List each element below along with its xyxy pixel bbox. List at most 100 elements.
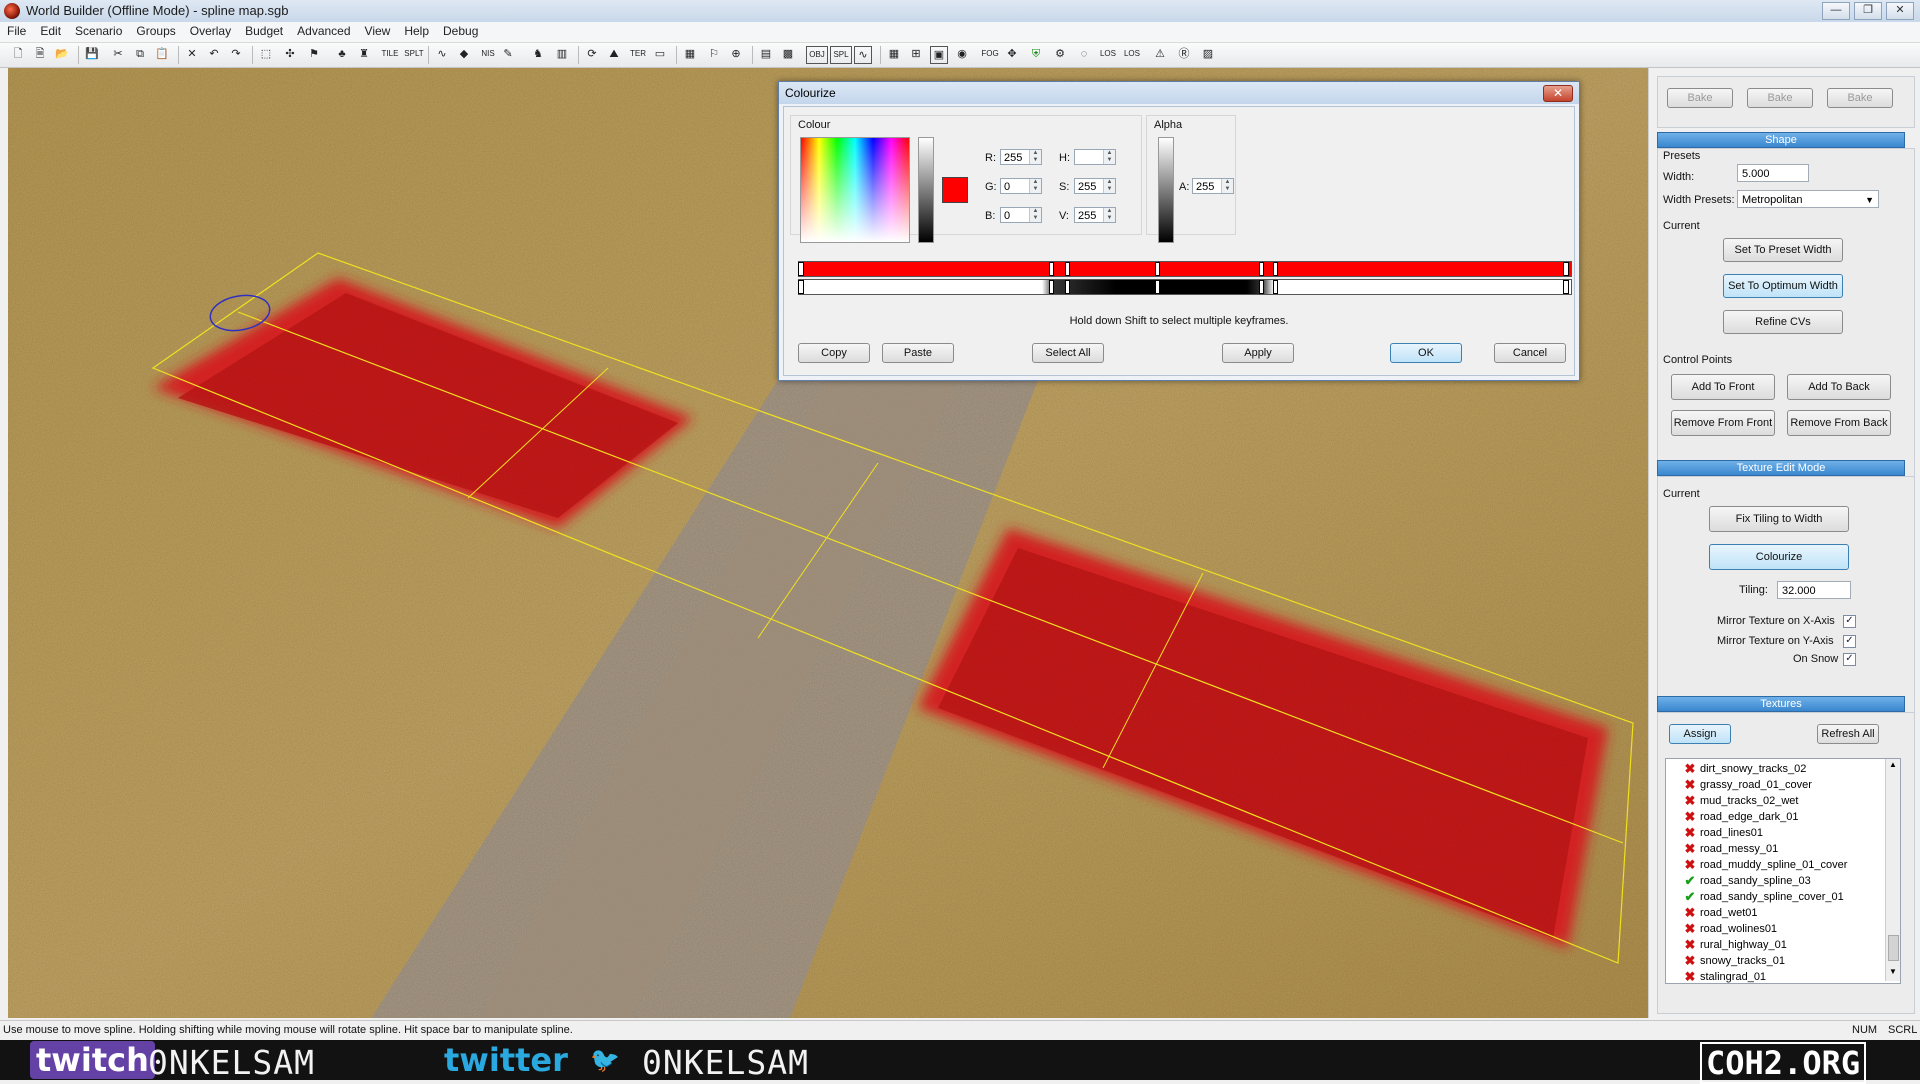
texture-list-item[interactable]: ✖ rural_highway_01 xyxy=(1685,937,1787,953)
cut-icon[interactable]: ✂ xyxy=(110,46,126,62)
menu-file[interactable]: File xyxy=(0,22,33,40)
save-icon[interactable]: 💾 xyxy=(84,46,100,62)
colour-spectrum-picker[interactable] xyxy=(800,137,910,243)
paste-icon[interactable]: 📋 xyxy=(154,46,170,62)
texture-list-item[interactable]: ✖ grassy_road_01_cover xyxy=(1685,777,1812,793)
split-button[interactable]: SPLT xyxy=(402,46,426,62)
fog-button[interactable]: FOG xyxy=(980,46,1000,62)
r-input[interactable]: 255 ▲ ▼ xyxy=(1000,149,1042,165)
spline-tool-icon[interactable]: ∿ xyxy=(434,46,450,62)
window-icon[interactable]: ▭ xyxy=(652,46,668,62)
texture-list-item[interactable]: ✔ road_sandy_spline_cover_01 xyxy=(1685,889,1844,905)
refine-cvs-button[interactable]: Refine CVs xyxy=(1723,310,1843,334)
waypoint-icon[interactable]: ⚐ xyxy=(706,46,722,62)
keyframe-marker[interactable] xyxy=(798,262,804,276)
texture-list-item[interactable]: ✖ road_wolines01 xyxy=(1685,921,1778,937)
undo-icon[interactable]: ↶ xyxy=(206,46,222,62)
set-optimum-width-button[interactable]: Set To Optimum Width xyxy=(1723,274,1843,298)
los-button-2[interactable]: LOS xyxy=(1122,46,1142,62)
camera-icon[interactable]: ◉ xyxy=(954,46,970,62)
keyframe-marker[interactable] xyxy=(1155,262,1160,276)
memory-icon[interactable]: ▤ xyxy=(758,46,774,62)
a-input[interactable]: 255 ▲ ▼ xyxy=(1192,178,1234,194)
keyframe-marker[interactable] xyxy=(1155,280,1160,294)
keyframe-marker[interactable] xyxy=(1049,280,1054,294)
texture-list-item[interactable]: ✖ road_muddy_spline_01_cover xyxy=(1685,857,1848,873)
texture-list-item[interactable]: ✖ road_wet01 xyxy=(1685,905,1758,921)
menu-scenario[interactable]: Scenario xyxy=(68,22,129,40)
apply-button[interactable]: Apply xyxy=(1222,343,1294,363)
new-file-icon[interactable]: 🗎 xyxy=(32,46,48,62)
add-to-back-button[interactable]: Add To Back xyxy=(1787,374,1891,400)
texture-list-item[interactable]: ✖ road_lines01 xyxy=(1685,825,1763,841)
menu-advanced[interactable]: Advanced xyxy=(290,22,357,40)
g-input[interactable]: 0 ▲ ▼ xyxy=(1000,178,1042,194)
open-folder-icon[interactable]: 📂 xyxy=(54,46,70,62)
menu-help[interactable]: Help xyxy=(397,22,436,40)
v-input[interactable]: 255 ▲ ▼ xyxy=(1074,207,1116,223)
ok-button[interactable]: OK xyxy=(1390,343,1462,363)
tile-button[interactable]: TILE xyxy=(378,46,402,62)
move-icon[interactable]: ✥ xyxy=(1004,46,1020,62)
s-input[interactable]: 255 ▲ ▼ xyxy=(1074,178,1116,194)
los-button[interactable]: LOS xyxy=(1098,46,1118,62)
bake-button-1[interactable]: Bake xyxy=(1667,88,1733,108)
texture-list-item[interactable]: ✖ dirt_snowy_tracks_02 xyxy=(1685,761,1807,777)
splines-toggle[interactable]: SPL xyxy=(830,46,852,64)
settings-icon[interactable]: ⚙ xyxy=(1052,46,1068,62)
add-to-front-button[interactable]: Add To Front xyxy=(1671,374,1775,400)
keyframe-marker[interactable] xyxy=(1065,262,1070,276)
calendar-icon[interactable]: ▦ xyxy=(682,46,698,62)
graph-icon[interactable]: ▥ xyxy=(554,46,570,62)
b-input[interactable]: 0 ▲ ▼ xyxy=(1000,207,1042,223)
texture-list-scrollbar[interactable]: ▲ ▼ xyxy=(1885,759,1900,981)
new-icon[interactable]: 🗋 xyxy=(10,46,26,62)
terrain-icon[interactable]: ⛰ xyxy=(606,46,622,62)
copy-icon[interactable]: ⧉ xyxy=(132,46,148,62)
scroll-thumb[interactable] xyxy=(1888,935,1899,961)
water-icon[interactable]: ◆ xyxy=(456,46,472,62)
texture-list[interactable]: ✖ dirt_snowy_tracks_02 ✖ grassy_road_01_cov… xyxy=(1665,758,1901,984)
select-all-button[interactable]: Select All xyxy=(1032,343,1104,363)
fix-tiling-button[interactable]: Fix Tiling to Width xyxy=(1709,506,1849,532)
texture-list-item[interactable]: ✖ stalingrad_01 xyxy=(1685,969,1767,984)
keyframe-marker[interactable] xyxy=(1259,262,1264,276)
texture-list-item[interactable]: ✖ mud_tracks_02_wet xyxy=(1685,793,1799,809)
texture-edit-header[interactable]: Texture Edit Mode xyxy=(1657,460,1905,476)
width-input[interactable]: 5.000 xyxy=(1737,164,1809,182)
paste-button[interactable]: Paste xyxy=(882,343,954,363)
scroll-up-icon[interactable]: ▲ xyxy=(1889,760,1897,769)
keyframe-marker[interactable] xyxy=(1049,262,1054,276)
menu-overlay[interactable]: Overlay xyxy=(183,22,238,40)
refresh-icon[interactable]: ⟳ xyxy=(584,46,600,62)
remove-from-back-button[interactable]: Remove From Back xyxy=(1787,410,1891,436)
snap-icon[interactable]: ⊞ xyxy=(908,46,924,62)
mirror-x-checkbox[interactable]: ✓ xyxy=(1843,615,1856,628)
width-presets-select[interactable]: Metropolitan ▼ xyxy=(1737,190,1879,208)
tiling-input[interactable]: 32.000 xyxy=(1777,581,1851,599)
spline-view-icon[interactable]: ∿ xyxy=(854,46,872,64)
restore-button[interactable]: ❐ xyxy=(1854,2,1882,20)
image-icon[interactable]: ▣ xyxy=(930,46,948,64)
set-preset-width-button[interactable]: Set To Preset Width xyxy=(1723,238,1843,262)
keyframe-marker[interactable] xyxy=(1563,280,1569,294)
copy-button[interactable]: Copy xyxy=(798,343,870,363)
refresh-all-button[interactable]: Refresh All xyxy=(1817,724,1879,744)
stats-icon[interactable]: ▩ xyxy=(780,46,796,62)
keyframe-marker[interactable] xyxy=(1065,280,1070,294)
scroll-down-icon[interactable]: ▼ xyxy=(1889,967,1897,976)
bake-button-2[interactable]: Bake xyxy=(1747,88,1813,108)
terrain-button[interactable]: TER xyxy=(628,46,648,62)
menu-edit[interactable]: Edit xyxy=(33,22,68,40)
target-icon[interactable]: ⊕ xyxy=(728,46,744,62)
keyframe-marker[interactable] xyxy=(1259,280,1264,294)
texture-list-item[interactable]: ✖ road_edge_dark_01 xyxy=(1685,809,1799,825)
texture-list-item[interactable]: ✖ road_messy_01 xyxy=(1685,841,1779,857)
bake-button-3[interactable]: Bake xyxy=(1827,88,1893,108)
cancel-button[interactable]: Cancel xyxy=(1494,343,1566,363)
keyframe-marker[interactable] xyxy=(1273,262,1278,276)
record-icon[interactable]: Ⓡ xyxy=(1176,46,1192,62)
close-window-button[interactable]: ✕ xyxy=(1886,2,1914,20)
colour-gradient-bar[interactable] xyxy=(798,261,1572,277)
cover-icon[interactable]: ◌ xyxy=(1076,46,1092,62)
